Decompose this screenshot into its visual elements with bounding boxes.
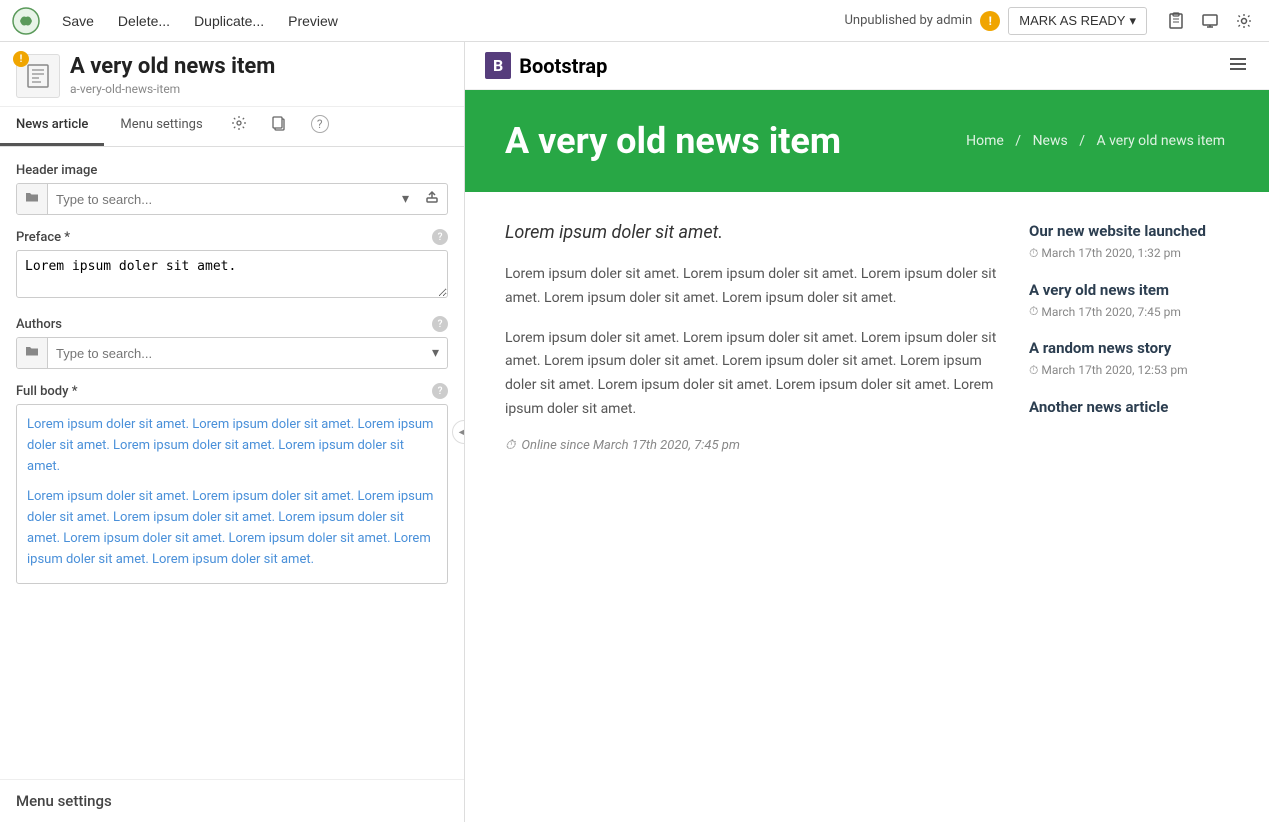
breadcrumb-news: News — [1033, 133, 1068, 149]
news-item-2-date: ⏱ March 17th 2020, 7:45 pm — [1029, 304, 1229, 319]
right-panel: B Bootstrap A very old news item Home / — [465, 42, 1269, 822]
status-area: Unpublished by admin ! MARK AS READY ▾ — [845, 7, 1148, 35]
article-main: Lorem ipsum doler sit amet. Lorem ipsum … — [505, 222, 999, 453]
hero-breadcrumb: Home / News / A very old news item — [962, 133, 1229, 149]
breadcrumb-sep1: / — [1015, 133, 1021, 149]
authors-field: Authors ? ▾ — [16, 316, 448, 369]
tab-settings-icon[interactable] — [219, 107, 259, 146]
authors-label: Authors ? — [16, 316, 448, 332]
clock-icon-2: ⏱ — [1029, 304, 1038, 319]
full-body-label: Full body * ? — [16, 383, 448, 399]
tab-menu-settings[interactable]: Menu settings — [104, 107, 218, 146]
brand-text: Bootstrap — [519, 54, 607, 78]
folder-icon — [17, 184, 48, 214]
form-area: Header image ▾ — [0, 147, 464, 779]
header-image-input[interactable] — [48, 186, 394, 213]
page-title-section: A very old news item a-very-old-news-ite… — [70, 54, 448, 96]
duplicate-button[interactable]: Duplicate... — [184, 7, 274, 35]
authors-help-icon[interactable]: ? — [432, 316, 448, 332]
page-title: A very old news item — [70, 54, 448, 80]
article-preface: Lorem ipsum doler sit amet. — [505, 222, 999, 243]
page-header: ! A very old news item a-very-old-news-i… — [0, 42, 464, 107]
tab-copy-icon[interactable] — [259, 107, 299, 146]
toolbar-icons — [1163, 8, 1257, 34]
article-body-2: Lorem ipsum doler sit amet. Lorem ipsum … — [505, 327, 999, 422]
dropdown-arrow[interactable]: ▾ — [394, 185, 417, 213]
preview-button[interactable]: Preview — [278, 7, 348, 35]
news-item-2: A very old news item ⏱ March 17th 2020, … — [1029, 281, 1229, 320]
news-item-1-title[interactable]: Our new website launched — [1029, 222, 1229, 242]
bootstrap-nav: B Bootstrap — [465, 42, 1269, 90]
header-image-search: ▾ — [16, 183, 448, 215]
toolbar: Save Delete... Duplicate... Preview Unpu… — [0, 0, 1269, 42]
preface-input[interactable]: Lorem ipsum doler sit amet. — [16, 250, 448, 298]
page-icon: ! — [16, 54, 60, 98]
chevron-down-icon: ▾ — [1129, 13, 1136, 29]
article-body-1: Lorem ipsum doler sit amet. Lorem ipsum … — [505, 263, 999, 311]
news-sidebar: Our new website launched ⏱ March 17th 20… — [1029, 222, 1229, 453]
header-image-label: Header image — [16, 163, 448, 178]
warning-icon: ! — [980, 11, 1000, 31]
delete-button[interactable]: Delete... — [108, 7, 180, 35]
hero-section: A very old news item Home / News / A ver… — [465, 90, 1269, 192]
news-item-1-date: ⏱ March 17th 2020, 1:32 pm — [1029, 246, 1229, 261]
news-item-2-title[interactable]: A very old news item — [1029, 281, 1229, 301]
news-item-3-date: ⏱ March 17th 2020, 12:53 pm — [1029, 363, 1229, 378]
brand-box: B — [485, 52, 511, 79]
main-layout: ! A very old news item a-very-old-news-i… — [0, 42, 1269, 822]
clipboard-icon-button[interactable] — [1163, 8, 1189, 34]
brand: B Bootstrap — [485, 52, 607, 79]
left-panel: ! A very old news item a-very-old-news-i… — [0, 42, 465, 822]
menu-settings-header: Menu settings — [0, 779, 464, 822]
authors-folder-icon — [17, 338, 48, 368]
mark-ready-button[interactable]: MARK AS READY ▾ — [1008, 7, 1147, 35]
news-item-3: A random news story ⏱ March 17th 2020, 1… — [1029, 339, 1229, 378]
hero-title: A very old news item — [505, 120, 841, 162]
page-icon-warning: ! — [13, 51, 29, 67]
content-area: Lorem ipsum doler sit amet. Lorem ipsum … — [465, 192, 1269, 483]
settings-icon-button[interactable] — [1231, 8, 1257, 34]
tab-help-icon[interactable]: ? — [299, 107, 341, 146]
clock-icon: ⏱ — [505, 438, 515, 453]
status-text: Unpublished by admin — [845, 13, 973, 28]
header-image-field: Header image ▾ — [16, 163, 448, 215]
body-p1-link: Lorem ipsum doler sit amet. Lorem ipsum … — [27, 417, 357, 432]
save-button[interactable]: Save — [52, 7, 104, 35]
article-meta: ⏱ Online since March 17th 2020, 7:45 pm — [505, 438, 999, 453]
hamburger-icon[interactable] — [1227, 53, 1249, 79]
authors-search: ▾ — [16, 337, 448, 369]
tab-news-article[interactable]: News article — [0, 107, 104, 146]
breadcrumb-home: Home — [966, 133, 1004, 149]
news-item-4: Another news article — [1029, 398, 1229, 418]
body-p2-link: Lorem ipsum doler sit amet. Lorem ipsum … — [27, 489, 357, 504]
preface-help-icon[interactable]: ? — [432, 229, 448, 245]
news-item-3-title[interactable]: A random news story — [1029, 339, 1229, 359]
breadcrumb-current: A very old news item — [1096, 133, 1225, 149]
clock-icon-3: ⏱ — [1029, 363, 1038, 378]
preface-label: Preface * ? — [16, 229, 448, 245]
news-item-1: Our new website launched ⏱ March 17th 20… — [1029, 222, 1229, 261]
clock-icon-1: ⏱ — [1029, 246, 1038, 261]
logo — [12, 7, 40, 35]
authors-dropdown-arrow[interactable]: ▾ — [424, 339, 447, 367]
upload-icon[interactable] — [417, 184, 447, 214]
preface-field: Preface * ? Lorem ipsum doler sit amet. — [16, 229, 448, 302]
authors-input[interactable] — [48, 340, 424, 367]
full-body-editor[interactable]: Lorem ipsum doler sit amet. Lorem ipsum … — [16, 404, 448, 584]
breadcrumb-sep2: / — [1079, 133, 1085, 149]
news-item-4-title[interactable]: Another news article — [1029, 398, 1229, 418]
preview-frame: B Bootstrap A very old news item Home / — [465, 42, 1269, 822]
full-body-field: Full body * ? Lorem ipsum doler sit amet… — [16, 383, 448, 584]
full-body-help-icon[interactable]: ? — [432, 383, 448, 399]
monitor-icon-button[interactable] — [1197, 8, 1223, 34]
page-slug: a-very-old-news-item — [70, 82, 448, 96]
tabs: News article Menu settings ? — [0, 107, 464, 147]
